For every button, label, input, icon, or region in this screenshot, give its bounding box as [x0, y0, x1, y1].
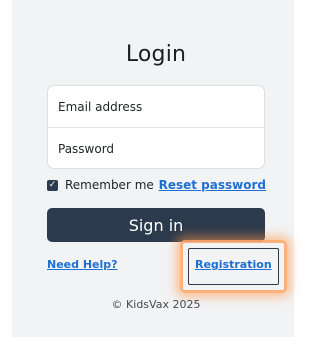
remember-me-label: Remember me [65, 178, 154, 192]
login-fields [47, 85, 265, 169]
copyright-text: © KidsVax 2025 [111, 298, 201, 311]
email-field[interactable] [48, 86, 264, 127]
page-title: Login [125, 42, 187, 67]
checkmark-icon[interactable]: ✓ [47, 179, 58, 191]
remember-me-checkbox[interactable]: ✓ Remember me [47, 178, 154, 192]
sign-in-button[interactable]: Sign in [47, 208, 265, 242]
registration-link[interactable]: Registration [195, 258, 272, 271]
need-help-link[interactable]: Need Help? [47, 258, 118, 271]
password-field[interactable] [48, 128, 264, 168]
reset-password-link[interactable]: Reset password [159, 178, 266, 192]
